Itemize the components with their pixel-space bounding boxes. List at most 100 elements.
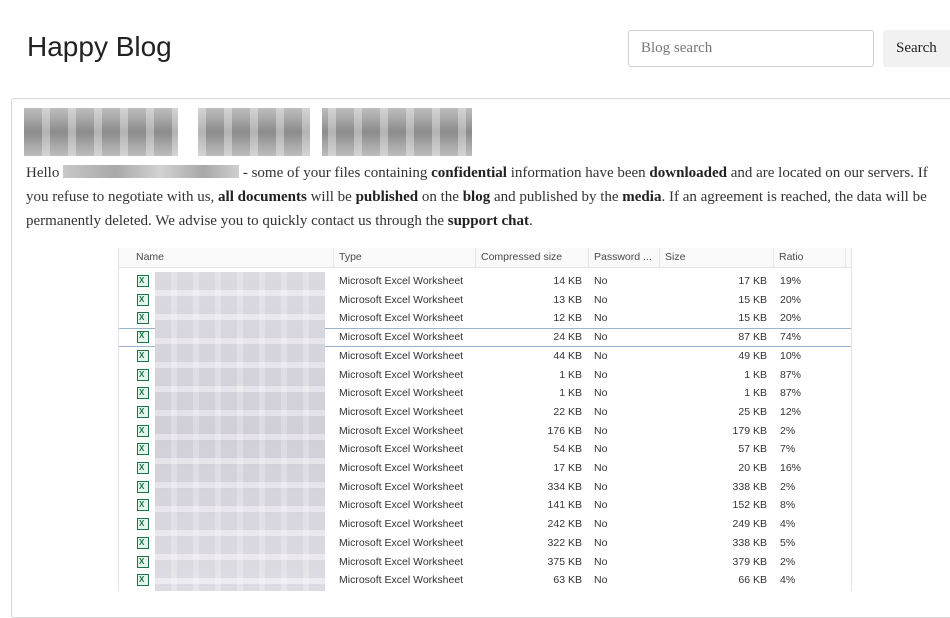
- excel-file-icon: [137, 403, 149, 422]
- compression-ratio: 8%: [780, 499, 796, 512]
- file-type: Microsoft Excel Worksheet: [339, 349, 464, 362]
- excel-file-icon: [137, 534, 149, 552]
- password-protected: No: [594, 499, 608, 512]
- column-header-ratio: Ratio: [774, 248, 846, 267]
- file-size: 15 KB: [738, 312, 767, 325]
- excel-file-icon: [137, 459, 149, 478]
- excel-file-icon: [137, 496, 149, 515]
- file-type: Microsoft Excel Worksheet: [339, 368, 464, 381]
- file-size: 379 KB: [732, 555, 767, 568]
- excel-file-icon: [137, 366, 149, 384]
- file-size: 1 KB: [744, 368, 767, 381]
- file-size: 152 KB: [732, 499, 767, 512]
- redacted-file-names: [155, 272, 325, 591]
- compressed-size: 1 KB: [559, 368, 582, 381]
- password-protected: No: [594, 312, 608, 325]
- password-protected: No: [594, 405, 608, 418]
- file-type: Microsoft Excel Worksheet: [339, 443, 464, 456]
- compressed-size: 13 KB: [553, 293, 582, 306]
- file-size: 20 KB: [738, 462, 767, 474]
- column-header-compressed-size: Compressed size: [476, 248, 589, 267]
- compression-ratio: 19%: [780, 275, 802, 287]
- file-type: Microsoft Excel Worksheet: [339, 518, 464, 531]
- file-type: Microsoft Excel Worksheet: [339, 480, 464, 493]
- file-type: Microsoft Excel Worksheet: [339, 536, 464, 549]
- file-type: Microsoft Excel Worksheet: [339, 462, 464, 474]
- compression-ratio: 87%: [780, 368, 802, 381]
- file-size: 179 KB: [732, 424, 767, 437]
- compressed-size: 375 KB: [547, 555, 582, 568]
- compressed-size: 322 KB: [547, 536, 582, 549]
- excel-file-icon: [137, 422, 149, 440]
- password-protected: No: [594, 331, 608, 344]
- column-header-name: Name: [131, 248, 334, 267]
- file-type: Microsoft Excel Worksheet: [339, 331, 464, 344]
- password-protected: No: [594, 275, 608, 287]
- file-type: Microsoft Excel Worksheet: [339, 275, 464, 287]
- site-title[interactable]: Happy Blog: [27, 29, 172, 65]
- file-type: Microsoft Excel Worksheet: [339, 499, 464, 512]
- compression-ratio: 2%: [780, 480, 796, 493]
- password-protected: No: [594, 480, 608, 493]
- compression-ratio: 5%: [780, 536, 796, 549]
- compressed-size: 141 KB: [547, 499, 582, 512]
- compression-ratio: 2%: [780, 555, 796, 568]
- compressed-size: 176 KB: [547, 424, 582, 437]
- file-size: 66 KB: [738, 574, 767, 587]
- file-type: Microsoft Excel Worksheet: [339, 405, 464, 418]
- compressed-size: 242 KB: [547, 518, 582, 531]
- compression-ratio: 10%: [780, 349, 802, 362]
- compression-ratio: 7%: [780, 443, 796, 456]
- column-header-size: Size: [660, 248, 774, 267]
- compressed-size: 54 KB: [553, 443, 582, 456]
- file-size: 87 KB: [738, 331, 767, 344]
- compressed-size: 12 KB: [553, 312, 582, 325]
- redacted-company-name: [63, 165, 240, 178]
- password-protected: No: [594, 518, 608, 531]
- compression-ratio: 20%: [780, 293, 802, 306]
- password-protected: No: [594, 443, 608, 456]
- compressed-size: 44 KB: [553, 349, 582, 362]
- compression-ratio: 20%: [780, 312, 802, 325]
- compressed-size: 14 KB: [553, 275, 582, 287]
- file-size: 15 KB: [738, 293, 767, 306]
- compression-ratio: 2%: [780, 424, 796, 437]
- excel-file-icon: [137, 478, 149, 496]
- file-type: Microsoft Excel Worksheet: [339, 293, 464, 306]
- excel-file-icon: [137, 515, 149, 534]
- password-protected: No: [594, 574, 608, 587]
- compression-ratio: 16%: [780, 462, 802, 474]
- search-button[interactable]: Search: [883, 30, 950, 67]
- compressed-size: 334 KB: [547, 480, 582, 493]
- archive-header: Name Type Compressed size Password ... S…: [119, 248, 851, 268]
- redacted-post-title: [24, 108, 472, 156]
- compressed-size: 24 KB: [553, 331, 582, 344]
- excel-file-icon: [137, 553, 149, 571]
- compressed-size: 1 KB: [559, 387, 582, 400]
- password-protected: No: [594, 462, 608, 474]
- file-type: Microsoft Excel Worksheet: [339, 424, 464, 437]
- archive-file-listing: Name Type Compressed size Password ... S…: [118, 248, 852, 591]
- excel-file-icon: [137, 309, 149, 328]
- excel-file-icon: [137, 440, 149, 459]
- blog-search-input[interactable]: [628, 30, 874, 67]
- file-size: 49 KB: [738, 349, 767, 362]
- excel-file-icon: [137, 384, 149, 403]
- password-protected: No: [594, 293, 608, 306]
- file-size: 1 KB: [744, 387, 767, 400]
- password-protected: No: [594, 424, 608, 437]
- column-header-password: Password ...: [589, 248, 660, 267]
- password-protected: No: [594, 349, 608, 362]
- password-protected: No: [594, 555, 608, 568]
- file-size: 338 KB: [732, 536, 767, 549]
- file-size: 249 KB: [732, 518, 767, 531]
- file-size: 17 KB: [738, 275, 767, 287]
- compression-ratio: 87%: [780, 387, 802, 400]
- compressed-size: 63 KB: [553, 574, 582, 587]
- compression-ratio: 12%: [780, 405, 802, 418]
- file-size: 25 KB: [738, 405, 767, 418]
- password-protected: No: [594, 387, 608, 400]
- password-protected: No: [594, 536, 608, 549]
- column-header-type: Type: [334, 248, 476, 267]
- excel-file-icon: [137, 291, 149, 309]
